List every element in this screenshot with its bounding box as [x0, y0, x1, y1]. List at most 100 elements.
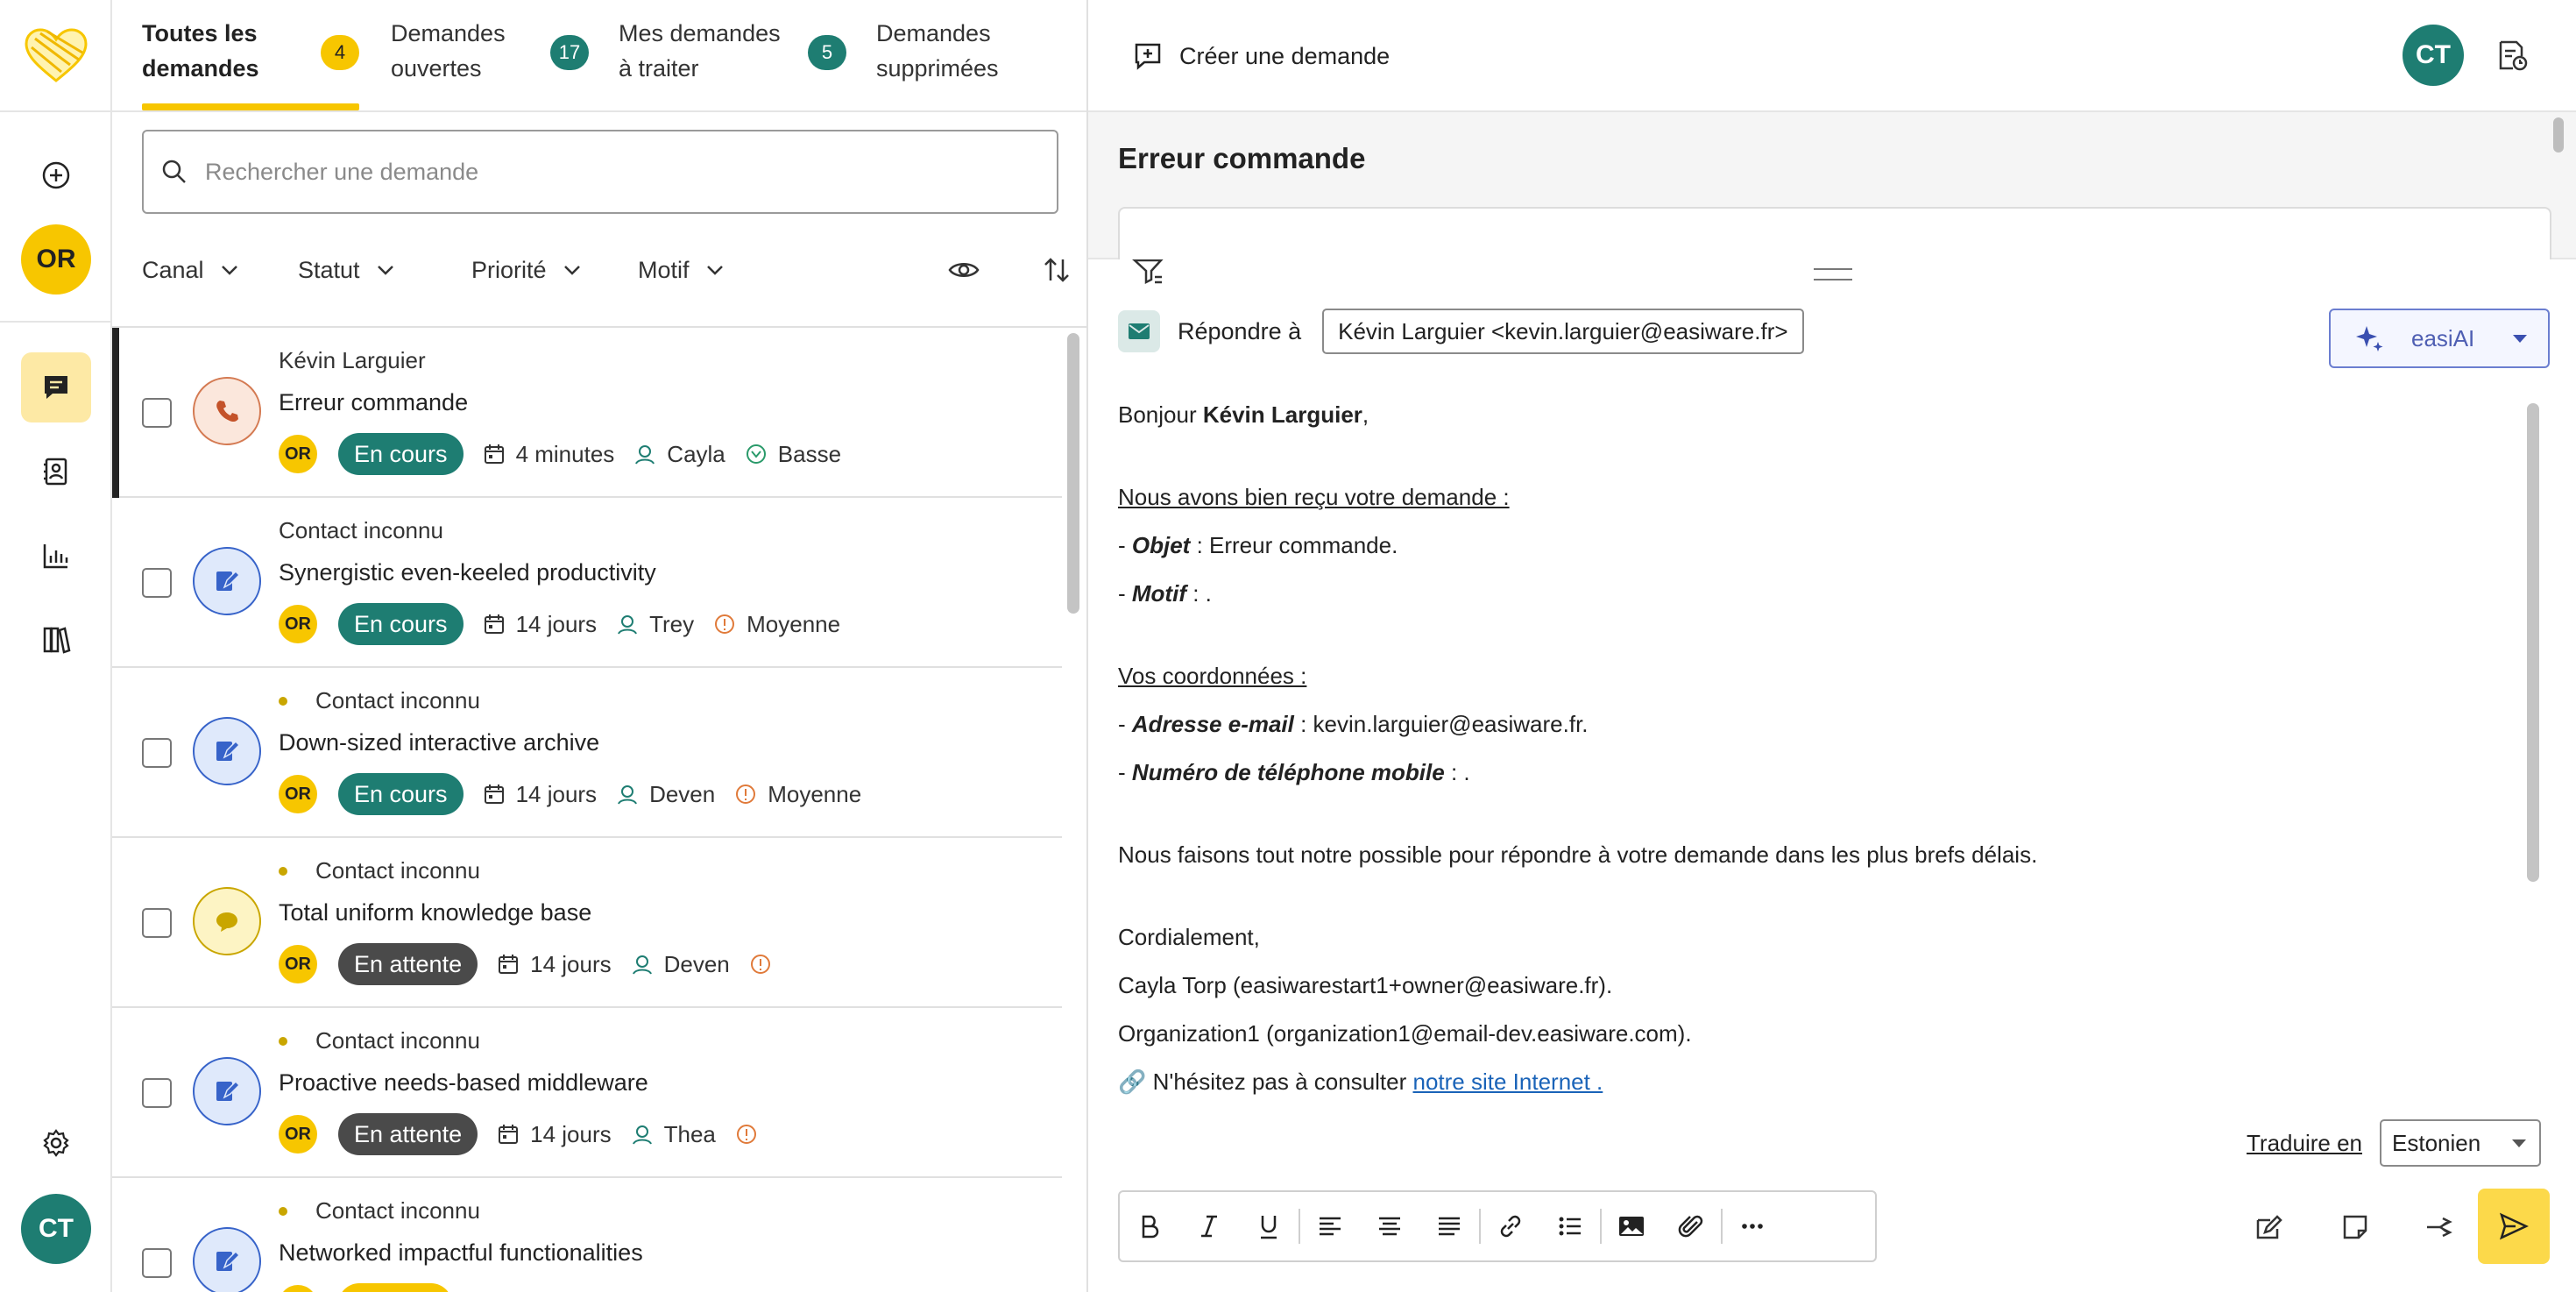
easiai-button[interactable]: easiAI [2329, 309, 2550, 368]
request-detail-panel: Créer une demande CT Erreur commande Rép… [1088, 0, 2576, 1292]
org-avatar[interactable]: OR [21, 224, 91, 295]
age-text: 14 jours [515, 610, 598, 637]
request-item[interactable]: Kévin Larguier Erreur commande OR En cou… [112, 328, 1062, 498]
contact-name: Contact inconnu [279, 517, 443, 543]
filter-status[interactable]: Statut [298, 245, 397, 295]
status-badge: En cours [338, 433, 464, 475]
list-scrollbar[interactable] [1067, 333, 1079, 614]
priority-medium-icon [736, 784, 756, 804]
priority-text: Basse [777, 440, 842, 467]
request-checkbox[interactable] [142, 398, 172, 428]
underline-icon [1261, 1216, 1277, 1239]
contacts-nav-button[interactable] [21, 437, 91, 507]
request-item[interactable]: Contact inconnu Networked impactful func… [112, 1178, 1062, 1292]
attachment-button[interactable] [1661, 1192, 1721, 1260]
history-scrollbar[interactable] [2553, 117, 2564, 153]
age-text: 14 jours [530, 950, 612, 977]
stats-nav-button[interactable] [21, 521, 91, 591]
channel-form-badge [193, 1057, 261, 1125]
align-center-button[interactable] [1360, 1192, 1419, 1260]
italic-button[interactable] [1179, 1192, 1239, 1260]
sort-icon[interactable] [1039, 252, 1074, 288]
filter-label: Motif [638, 256, 690, 283]
edit-signature-button[interactable] [2245, 1203, 2294, 1252]
filter-reason[interactable]: Motif [638, 245, 726, 295]
language-select[interactable]: Estonien [2380, 1119, 2541, 1167]
more-options-button[interactable] [1723, 1192, 1782, 1260]
translate-control: Traduire en Estonien [2247, 1118, 2541, 1168]
search-input[interactable] [205, 158, 1046, 186]
header-user-avatar[interactable]: CT [2403, 25, 2464, 86]
request-item[interactable]: Contact inconnu Down-sized interactive a… [112, 668, 1062, 838]
add-button[interactable] [21, 140, 91, 210]
easiware-logo[interactable] [21, 26, 91, 84]
editor-scrollbar[interactable] [2527, 403, 2539, 882]
priority-medium-icon [715, 614, 735, 634]
request-checkbox[interactable] [142, 1248, 172, 1278]
email-text: Kévin Larguier [1202, 401, 1362, 428]
tab-my-requests[interactable]: Mes demandes à traiter [619, 16, 781, 86]
create-request-button[interactable]: Créer une demande [1132, 37, 1390, 75]
insert-image-button[interactable] [1602, 1192, 1661, 1260]
status-badge: En attente [338, 1113, 478, 1155]
gear-icon [43, 1129, 69, 1157]
form-edit-icon [216, 740, 241, 761]
request-checkbox[interactable] [142, 568, 172, 598]
filter-channel[interactable]: Canal [142, 245, 241, 295]
form-edit-icon [216, 1080, 241, 1101]
reply-header: Répondre à Kévin Larguier <kevin.larguie… [1118, 307, 1804, 356]
email-text: , [1362, 401, 1369, 428]
settings-button[interactable] [21, 1108, 91, 1178]
email-line: - Adresse e-mail : kevin.larguier@easiwa… [1118, 711, 1589, 737]
request-subject: Down-sized interactive archive [279, 729, 600, 756]
bullet-list-icon [1559, 1217, 1581, 1236]
transfer-button[interactable] [2415, 1203, 2464, 1252]
tab-label: ouvertes [391, 55, 482, 82]
website-link[interactable]: notre site Internet . [1413, 1068, 1603, 1095]
align-left-button[interactable] [1300, 1192, 1360, 1260]
contact-name: Contact inconnu [315, 857, 480, 884]
tab-open-requests[interactable]: Demandes ouvertes [391, 16, 506, 86]
request-checkbox[interactable] [142, 738, 172, 768]
request-checkbox[interactable] [142, 908, 172, 938]
edit-box-icon [2256, 1215, 2282, 1239]
request-item[interactable]: Contact inconnu Synergistic even-keeled … [112, 498, 1062, 668]
share-branch-icon [2427, 1217, 2452, 1238]
align-justify-button[interactable] [1419, 1192, 1479, 1260]
request-item[interactable]: Contact inconnu Proactive needs-based mi… [112, 1008, 1062, 1178]
request-subject: Total uniform knowledge base [279, 899, 592, 926]
assignee-avatar: OR [279, 1115, 317, 1154]
email-editor[interactable]: Bonjour Kévin Larguier, Nous avons bien … [1118, 391, 2520, 1101]
tab-all-requests[interactable]: Toutes les demandes [142, 16, 259, 86]
knowledge-nav-button[interactable] [21, 605, 91, 675]
link-button[interactable] [1481, 1192, 1540, 1260]
search-box[interactable] [142, 130, 1058, 214]
email-text: : kevin.larguier@easiware.fr. [1293, 711, 1589, 737]
resize-handle[interactable] [1814, 268, 1852, 280]
bullet-list-button[interactable] [1540, 1192, 1600, 1260]
underline-button[interactable] [1239, 1192, 1299, 1260]
filter-priority[interactable]: Priorité [471, 245, 584, 295]
user-avatar[interactable]: CT [21, 1194, 91, 1264]
calendar-icon [499, 1125, 519, 1144]
document-clock-icon[interactable] [2495, 39, 2529, 72]
request-subject: Proactive needs-based middleware [279, 1069, 648, 1096]
detail-header: Créer une demande CT [1088, 0, 2576, 112]
left-rail: OR CT [0, 0, 112, 1292]
request-priority: Moyenne [734, 781, 861, 808]
translate-link[interactable]: Traduire en [2247, 1130, 2362, 1157]
requests-nav-button[interactable] [21, 352, 91, 422]
send-button[interactable] [2478, 1189, 2550, 1264]
request-contact: Contact inconnu [279, 517, 443, 544]
tab-deleted-requests[interactable]: Demandes supprimées [876, 16, 999, 86]
request-meta: OR En cours 14 jours Trey Moyenne [279, 603, 840, 645]
eye-icon[interactable] [946, 252, 981, 288]
request-checkbox[interactable] [142, 1078, 172, 1108]
rail-divider [0, 321, 110, 323]
bold-button[interactable] [1120, 1192, 1179, 1260]
reply-to-field[interactable]: Kévin Larguier <kevin.larguier@easiware.… [1322, 309, 1804, 354]
note-button[interactable] [2331, 1203, 2380, 1252]
tab-label: Toutes les [142, 20, 258, 46]
request-item[interactable]: Contact inconnu Total uniform knowledge … [112, 838, 1062, 1008]
